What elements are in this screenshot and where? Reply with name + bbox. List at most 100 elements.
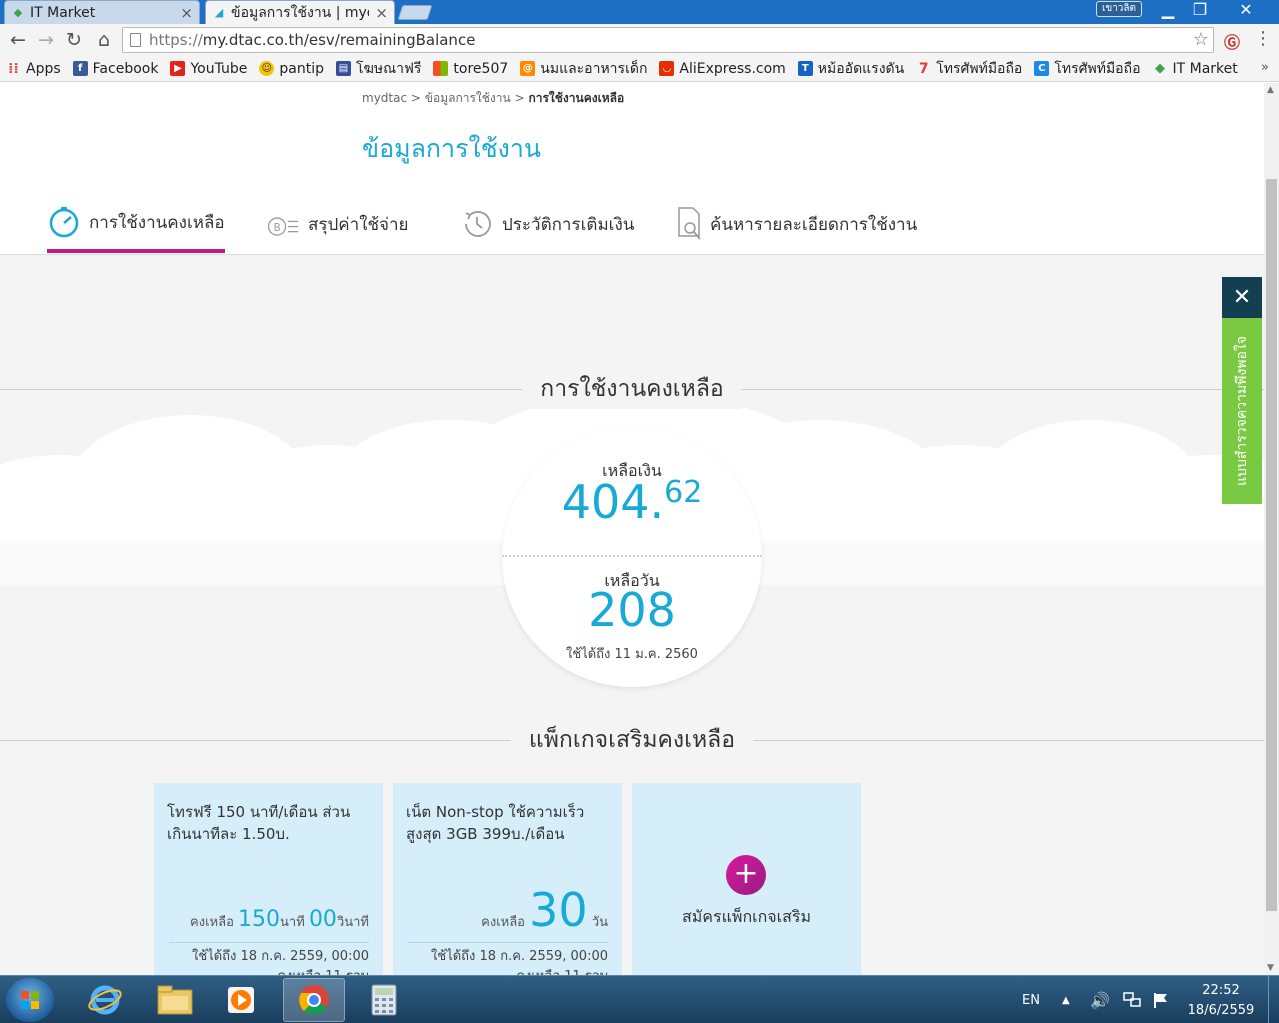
close-icon[interactable]: ✕ (1222, 277, 1262, 318)
bookmark-label: AliExpress.com (679, 60, 786, 77)
add-package-card[interactable]: + สมัครแพ็กเกจเสริม (632, 783, 861, 975)
action-center-flag-icon[interactable] (1152, 976, 1170, 1023)
scroll-up-icon[interactable]: ▲ (1267, 85, 1274, 95)
bookmark-pantip[interactable]: ☺ pantip (259, 61, 324, 77)
chrome-menu-icon[interactable]: ⋮ (1254, 29, 1272, 49)
bookmark-label: pantip (279, 60, 324, 77)
tab-close-icon[interactable]: × (180, 4, 193, 22)
days-unit: วัน (591, 915, 608, 930)
aliexpress-icon: ◡ (659, 61, 675, 76)
network-icon[interactable] (1122, 976, 1142, 1023)
browser-tab-mydtac[interactable]: ◢ ข้อมูลการใช้งาน | mydt × (205, 0, 395, 24)
bookmark-mobile-2[interactable]: C โทรศัพท์มือถือ (1034, 58, 1140, 80)
bookmarks-bar: ⁞⁞ Apps f Facebook ▶ YouTube ☺ pantip ▤ … (0, 56, 1279, 82)
document-search-icon (676, 207, 704, 241)
volume-icon[interactable]: 🔊 (1090, 976, 1110, 1023)
divider (408, 942, 608, 943)
speedometer-icon (47, 205, 81, 239)
profile-badge[interactable]: เขาวลิต (1096, 1, 1142, 17)
scroll-down-icon[interactable]: ▼ (1267, 963, 1274, 973)
packages-heading: แพ็กเกจเสริมคงเหลือ (510, 720, 754, 760)
bookmark-apps[interactable]: ⁞⁞ Apps (6, 61, 60, 77)
package-name: เน็ต Non-stop ใช้ความเร็วสูงสุด 3GB 399บ… (406, 803, 585, 843)
it-market-icon: ◆ (13, 6, 23, 19)
bookmark-star-icon[interactable]: ☆ (1193, 28, 1209, 52)
tab-label: สรุปค่าใช้จ่าย (308, 214, 409, 235)
reload-icon[interactable]: ↻ (62, 28, 86, 52)
remain-prefix: คงเหลือ (481, 915, 525, 930)
calculator-icon[interactable] (353, 978, 415, 1022)
tray-overflow-icon[interactable]: ▲ (1062, 976, 1070, 1023)
bookmark-facebook[interactable]: f Facebook (72, 61, 158, 77)
youtube-icon: ▶ (170, 61, 186, 76)
remaining-seconds: 00 (308, 907, 337, 932)
tab-label: การใช้งานคงเหลือ (89, 212, 225, 233)
internet-explorer-icon[interactable] (74, 978, 136, 1022)
survey-tab[interactable]: แบบสำรวจความพึงพอใจ (1222, 318, 1262, 504)
page-scrollbar[interactable]: ▲ ▼ (1264, 83, 1279, 975)
bookmark-label: YouTube (190, 60, 248, 77)
tab-remaining-usage[interactable]: การใช้งานคงเหลือ (47, 195, 225, 253)
bookmark-label: IT Market (1172, 60, 1238, 77)
file-explorer-icon[interactable] (144, 978, 206, 1022)
extension-icon[interactable]: Ⓖ (1222, 29, 1242, 52)
package-card-voice[interactable]: โทรฟรี 150 นาที/เดือน ส่วนเกินนาทีละ 1.5… (154, 783, 383, 975)
bookmark-ads[interactable]: ▤ โฆษณาฟรี (336, 58, 421, 80)
page-viewport: mydtac > ข้อมูลการใช้งาน > การใช้งานคงเห… (0, 83, 1264, 975)
bookmark-aliexpress[interactable]: ◡ AliExpress.com (659, 60, 786, 77)
package-card-internet[interactable]: เน็ต Non-stop ใช้ความเร็วสูงสุด 3GB 399บ… (393, 783, 622, 975)
page-title: ข้อมูลการใช้งาน (362, 134, 542, 163)
bookmark-youtube[interactable]: ▶ YouTube (170, 61, 247, 77)
back-icon[interactable]: ← (6, 28, 30, 52)
breadcrumb-root[interactable]: mydtac (362, 91, 407, 105)
forward-icon[interactable]: → (34, 28, 58, 52)
add-package-label[interactable]: สมัครแพ็กเกจเสริม (632, 905, 861, 930)
tab-topup-history[interactable]: ประวัติการเติมเงิน (460, 195, 634, 253)
browser-toolbar: ← → ↻ ⌂ https://my.dtac.co.th/esv/remain… (0, 24, 1279, 56)
breadcrumb-mid[interactable]: ข้อมูลการใช้งาน (425, 91, 511, 105)
chrome-icon[interactable] (283, 978, 345, 1022)
bookmarks-overflow-icon[interactable]: » (1261, 60, 1269, 75)
bookmark-label: โฆษณาฟรี (356, 60, 422, 77)
media-player-icon[interactable] (210, 978, 272, 1022)
minutes-unit: นาที (280, 915, 305, 930)
seven-icon: 7 (918, 60, 929, 77)
new-tab-button[interactable] (397, 5, 433, 20)
bookmark-baby-food[interactable]: @ นมและอาหารเด็ก (520, 58, 647, 80)
tab-usage-search[interactable]: ค้นหารายละเอียดการใช้งาน (676, 195, 917, 253)
plus-icon[interactable]: + (726, 855, 766, 895)
breadcrumb-sep: > (514, 91, 525, 105)
address-bar[interactable]: https://my.dtac.co.th/esv/remainingBalan… (122, 27, 1214, 53)
package-remaining: คงเหลือ 150นาที 00วินาที (190, 907, 369, 932)
browser-tab-it-market[interactable]: ◆ IT Market × (4, 0, 200, 24)
start-button[interactable] (6, 978, 54, 1022)
bookmark-it-market[interactable]: ◆ IT Market (1152, 60, 1238, 77)
package-valid-until: ใช้ได้ถึง 18 ก.ค. 2559, 00:00 (192, 949, 369, 964)
history-clock-icon (460, 207, 494, 241)
bookmark-tore507[interactable]: ​ tore507 (433, 61, 508, 77)
seconds-unit: วินาที (336, 915, 369, 930)
bookmark-mobile-1[interactable]: 7 โทรศัพท์มือถือ (916, 58, 1023, 80)
tab-expense-summary[interactable]: B สรุปค่าใช้จ่าย (266, 195, 409, 253)
tab-close-icon[interactable]: × (375, 4, 388, 22)
bookmark-label: นมและอาหารเด็ก (540, 60, 648, 77)
balance-heading: การใช้งานคงเหลือ (522, 369, 742, 409)
bookmark-label: หม้ออัดแรงดัน (817, 60, 905, 77)
bookmark-pressure-cooker[interactable]: T หม้ออัดแรงดัน (797, 58, 905, 80)
home-icon[interactable]: ⌂ (92, 28, 116, 52)
show-desktop-button[interactable] (1268, 976, 1279, 1023)
usage-tabs: การใช้งานคงเหลือ B สรุปค่าใช้จ่าย ประวัต… (0, 195, 1264, 255)
scrollbar-thumb[interactable] (1266, 179, 1277, 911)
money-decimal: 62 (664, 475, 703, 510)
window-close-icon[interactable]: ✕ (1226, 0, 1266, 20)
it-market-icon: ◆ (1154, 61, 1165, 76)
remain-prefix: คงเหลือ (190, 915, 234, 930)
system-clock[interactable]: 22:52 18/6/2559 (1176, 981, 1266, 1021)
windows-icon: ​ (433, 61, 449, 76)
restore-icon[interactable]: ❐ (1182, 0, 1218, 20)
minimize-icon[interactable]: ▁ (1150, 0, 1186, 20)
url-text: my.dtac.co.th/esv/remainingBalance (202, 31, 476, 49)
remaining-minutes: 150 (238, 907, 281, 932)
language-indicator[interactable]: EN (1022, 976, 1040, 1023)
breadcrumb: mydtac > ข้อมูลการใช้งาน > การใช้งานคงเห… (362, 89, 624, 108)
